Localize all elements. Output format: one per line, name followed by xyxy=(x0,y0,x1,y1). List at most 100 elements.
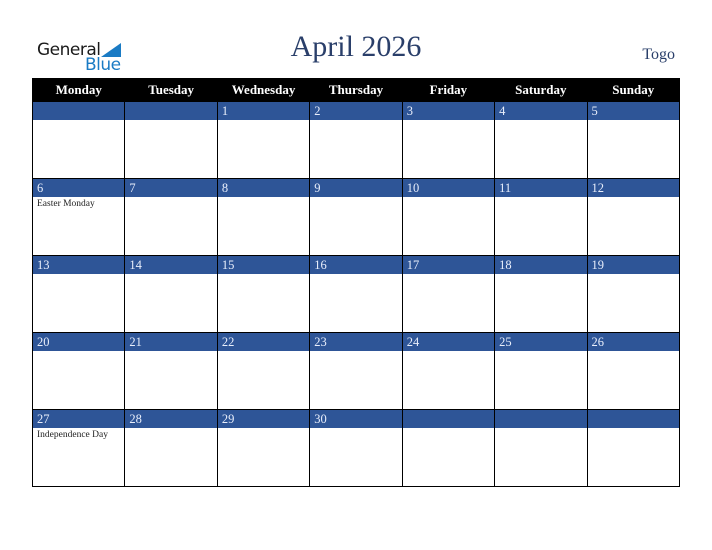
day-number: 22 xyxy=(217,333,310,351)
holiday-label xyxy=(588,120,679,122)
day-cell: 24 xyxy=(401,332,496,410)
day-number xyxy=(587,410,679,428)
weekday-header: Thursday xyxy=(309,78,403,102)
week-row: 27 Independence Day 28 29 30 xyxy=(31,409,681,487)
day-number: 28 xyxy=(125,410,217,428)
day-number: 17 xyxy=(402,256,495,274)
holiday-label: Easter Monday xyxy=(37,199,95,209)
day-number: 24 xyxy=(402,333,495,351)
holiday-label xyxy=(218,428,309,430)
day-cell xyxy=(401,409,496,487)
day-cell: 30 xyxy=(309,409,403,487)
holiday-label: Independence Day xyxy=(37,430,108,440)
day-cell: 22 xyxy=(216,332,311,410)
day-number: 2 xyxy=(310,102,402,120)
day-cell: 12 xyxy=(586,178,681,256)
day-number: 19 xyxy=(587,256,679,274)
day-number: 10 xyxy=(402,179,495,197)
day-number: 12 xyxy=(587,179,679,197)
day-cell: 23 xyxy=(309,332,403,410)
day-number: 11 xyxy=(495,179,587,197)
day-cell: 5 xyxy=(586,101,681,179)
day-cell: 19 xyxy=(586,255,681,333)
day-number: 13 xyxy=(33,256,125,274)
calendar-grid: Monday Tuesday Wednesday Thursday Friday… xyxy=(31,78,681,487)
holiday-label xyxy=(125,274,216,276)
day-number: 8 xyxy=(217,179,310,197)
day-cell: 3 xyxy=(401,101,496,179)
holiday-label xyxy=(588,428,679,430)
day-cell: 17 xyxy=(401,255,496,333)
holiday-label xyxy=(403,428,494,430)
holiday-label xyxy=(403,197,494,199)
day-number: 3 xyxy=(402,102,495,120)
day-cell: 15 xyxy=(216,255,311,333)
day-cell: 28 xyxy=(124,409,218,487)
holiday-label xyxy=(403,120,494,122)
holiday-label xyxy=(588,197,679,199)
day-cell: 29 xyxy=(216,409,311,487)
holiday-label xyxy=(125,428,216,430)
day-number xyxy=(33,102,125,120)
day-cell: 1 xyxy=(216,101,311,179)
day-cell: 2 xyxy=(309,101,403,179)
day-cell: 6 Easter Monday xyxy=(31,178,126,256)
day-number: 16 xyxy=(310,256,402,274)
holiday-label xyxy=(310,274,401,276)
weekday-header: Monday xyxy=(31,78,126,102)
day-cell: 8 xyxy=(216,178,311,256)
holiday-label xyxy=(33,351,124,353)
day-number xyxy=(495,410,587,428)
day-number: 23 xyxy=(310,333,402,351)
weekday-header: Tuesday xyxy=(124,78,218,102)
day-cell: 13 xyxy=(31,255,126,333)
holiday-label xyxy=(218,197,309,199)
day-number: 4 xyxy=(495,102,587,120)
holiday-label xyxy=(218,120,309,122)
day-cell: 16 xyxy=(309,255,403,333)
day-cell: 11 xyxy=(494,178,588,256)
holiday-label xyxy=(495,120,586,122)
day-cell: 4 xyxy=(494,101,588,179)
week-row: 13 14 15 16 17 18 19 xyxy=(31,255,681,333)
day-number: 6 xyxy=(33,179,125,197)
day-cell: 9 xyxy=(309,178,403,256)
holiday-label xyxy=(218,274,309,276)
holiday-label xyxy=(125,351,216,353)
day-cell: 18 xyxy=(494,255,588,333)
day-cell xyxy=(586,409,681,487)
day-cell: 7 xyxy=(124,178,218,256)
holiday-label xyxy=(495,428,586,430)
holiday-label xyxy=(310,351,401,353)
country-label: Togo xyxy=(642,46,675,63)
holiday-label xyxy=(403,351,494,353)
holiday-label xyxy=(125,197,216,199)
holiday-label xyxy=(33,120,124,122)
weekday-header: Sunday xyxy=(586,78,681,102)
day-number: 27 xyxy=(33,410,125,428)
day-number: 5 xyxy=(587,102,679,120)
holiday-label xyxy=(403,274,494,276)
day-number: 21 xyxy=(125,333,217,351)
holiday-label xyxy=(588,274,679,276)
holiday-label xyxy=(33,274,124,276)
holiday-label xyxy=(588,351,679,353)
day-number: 14 xyxy=(125,256,217,274)
day-cell: 14 xyxy=(124,255,218,333)
day-number: 9 xyxy=(310,179,402,197)
week-row: 12345 xyxy=(31,101,681,179)
holiday-label xyxy=(495,351,586,353)
holiday-label xyxy=(310,428,401,430)
weekday-header: Wednesday xyxy=(216,78,311,102)
day-number: 29 xyxy=(217,410,310,428)
day-number: 20 xyxy=(33,333,125,351)
calendar-title: April 2026 xyxy=(290,30,422,63)
weekday-header-row: Monday Tuesday Wednesday Thursday Friday… xyxy=(31,78,681,102)
holiday-label xyxy=(310,120,401,122)
day-number: 25 xyxy=(495,333,587,351)
day-cell xyxy=(124,101,218,179)
day-number: 15 xyxy=(217,256,310,274)
day-cell xyxy=(494,409,588,487)
day-cell: 25 xyxy=(494,332,588,410)
day-number xyxy=(402,410,495,428)
